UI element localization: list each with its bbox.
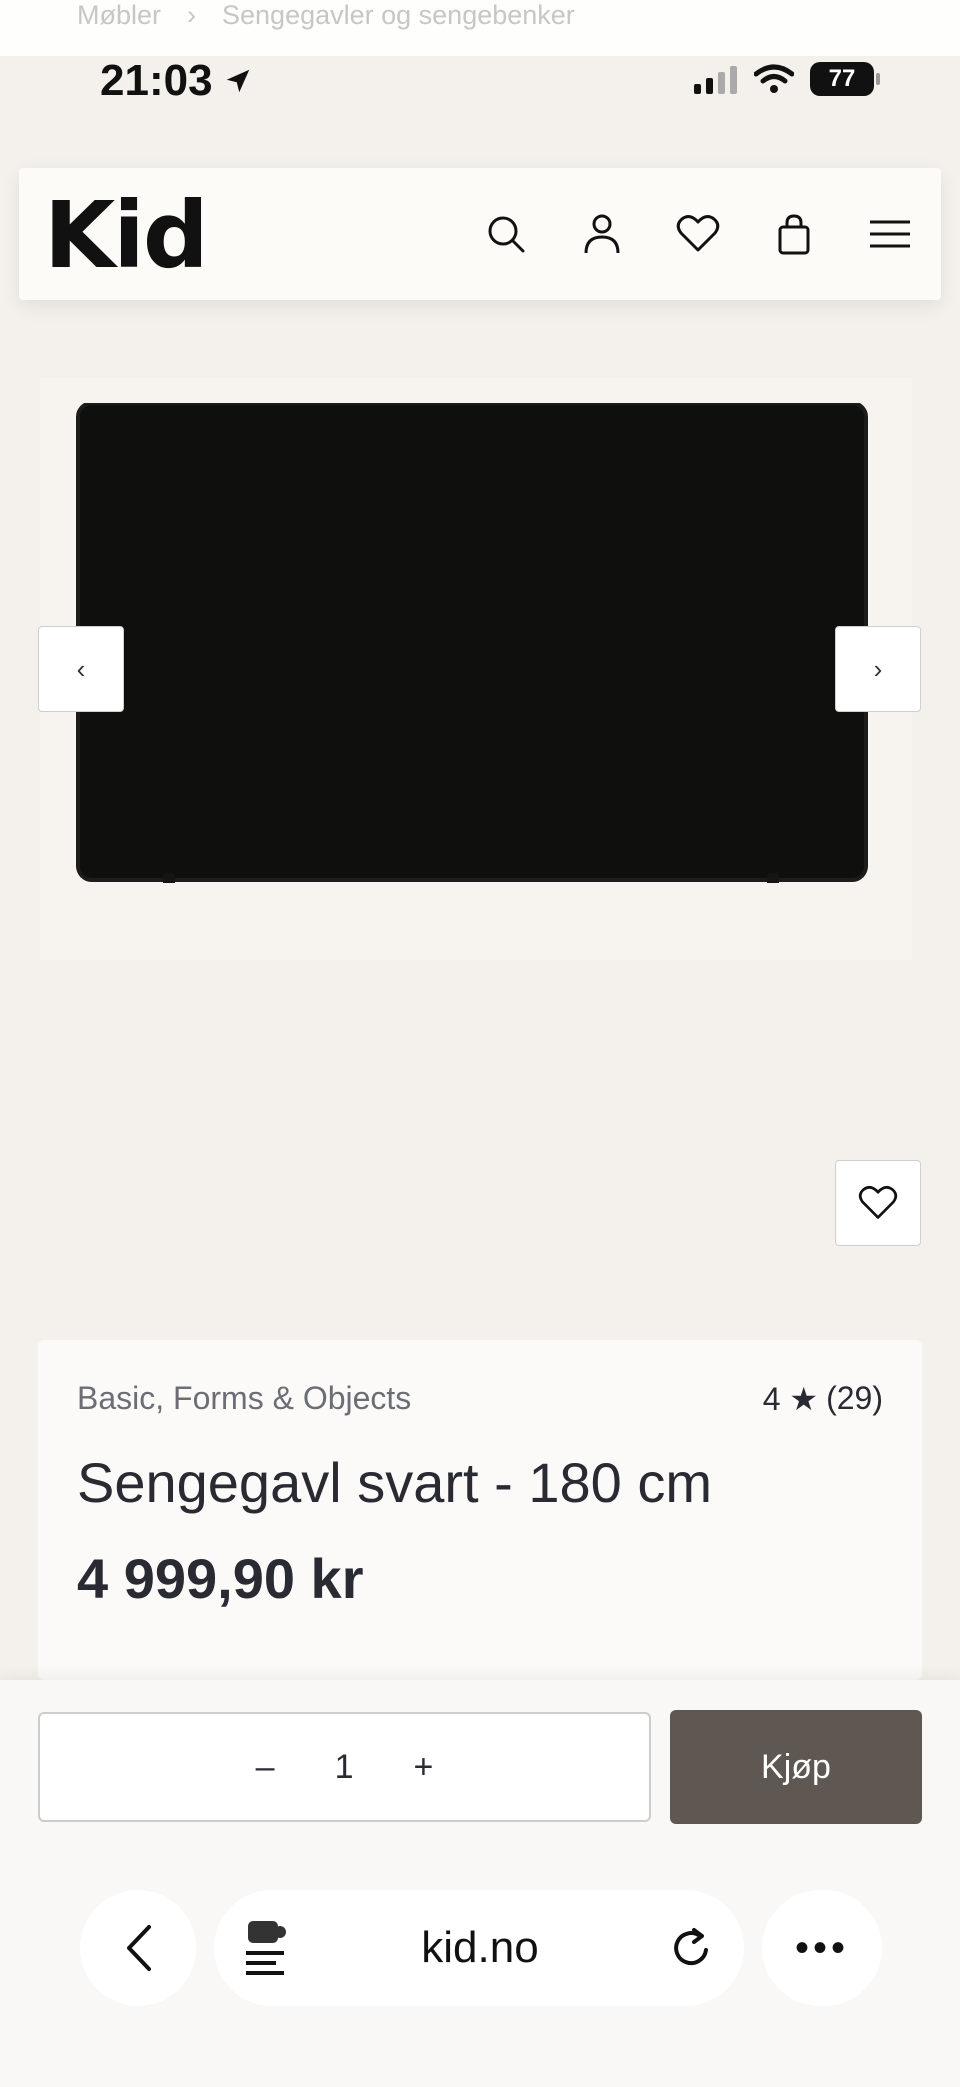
product-price: 4 999,90 kr (77, 1547, 364, 1610)
status-time-text: 21:03 (100, 56, 213, 105)
rating-value: 4 ★ (762, 1381, 819, 1417)
status-bar: 21:03 77 (0, 56, 960, 156)
status-time: 21:03 (100, 56, 253, 106)
breadcrumb-separator: › (187, 0, 197, 30)
location-arrow-icon (226, 69, 249, 93)
more-icon: ••• (794, 1925, 849, 1970)
buy-button[interactable]: Kjøp (670, 1710, 922, 1824)
battery-indicator: 77 (810, 62, 880, 96)
heart-icon[interactable] (673, 202, 723, 266)
reader-extension-icon[interactable] (244, 1919, 290, 1977)
breadcrumb-item-sengegavler[interactable]: Sengegavler og sengebenker (222, 0, 575, 31)
address-bar[interactable]: kid.no (214, 1890, 744, 2006)
cart-bag-icon[interactable] (769, 202, 819, 266)
account-icon[interactable] (577, 202, 627, 266)
add-to-favorites-button[interactable] (835, 1160, 921, 1246)
browser-toolbar: kid.no ••• (0, 1880, 960, 2030)
chevron-left-icon (127, 1925, 151, 1971)
header-icons (481, 202, 915, 266)
site-header: Kid (19, 168, 941, 300)
signal-icon (694, 66, 737, 94)
chevron-right-icon: › (873, 653, 883, 684)
quantity-value[interactable]: 1 (335, 1748, 354, 1787)
status-icons: 77 (694, 62, 880, 96)
kid-logo[interactable]: Kid (44, 182, 209, 289)
product-image (76, 403, 868, 883)
product-brand[interactable]: Basic, Forms & Objects (77, 1380, 411, 1417)
quantity-stepper: – 1 + (38, 1712, 651, 1822)
breadcrumb-item-mobler[interactable]: Møbler (77, 0, 161, 31)
heart-icon (858, 1186, 898, 1219)
product-rating[interactable]: 4 ★ (29) (763, 1380, 883, 1418)
search-icon[interactable] (481, 202, 531, 266)
product-title: Sengegavl svart - 180 cm (77, 1451, 712, 1514)
menu-icon[interactable] (865, 202, 915, 266)
breadcrumb: Møbler › Sengegavler og sengebenker (77, 0, 575, 31)
quantity-increase-button[interactable]: + (413, 1748, 433, 1787)
more-options-button[interactable]: ••• (762, 1890, 882, 2006)
reload-icon[interactable] (670, 1926, 714, 1970)
chevron-left-icon: ‹ (76, 653, 86, 684)
review-count: (29) (826, 1380, 883, 1416)
browser-back-button[interactable] (80, 1890, 196, 2006)
wifi-icon (754, 64, 794, 93)
gallery-next-button[interactable]: › (835, 626, 921, 712)
url-text[interactable]: kid.no (421, 1923, 538, 1973)
gallery-prev-button[interactable]: ‹ (38, 626, 124, 712)
product-info-card: Basic, Forms & Objects 4 ★ (29) Sengegav… (38, 1340, 922, 1680)
quantity-decrease-button[interactable]: – (256, 1748, 275, 1787)
